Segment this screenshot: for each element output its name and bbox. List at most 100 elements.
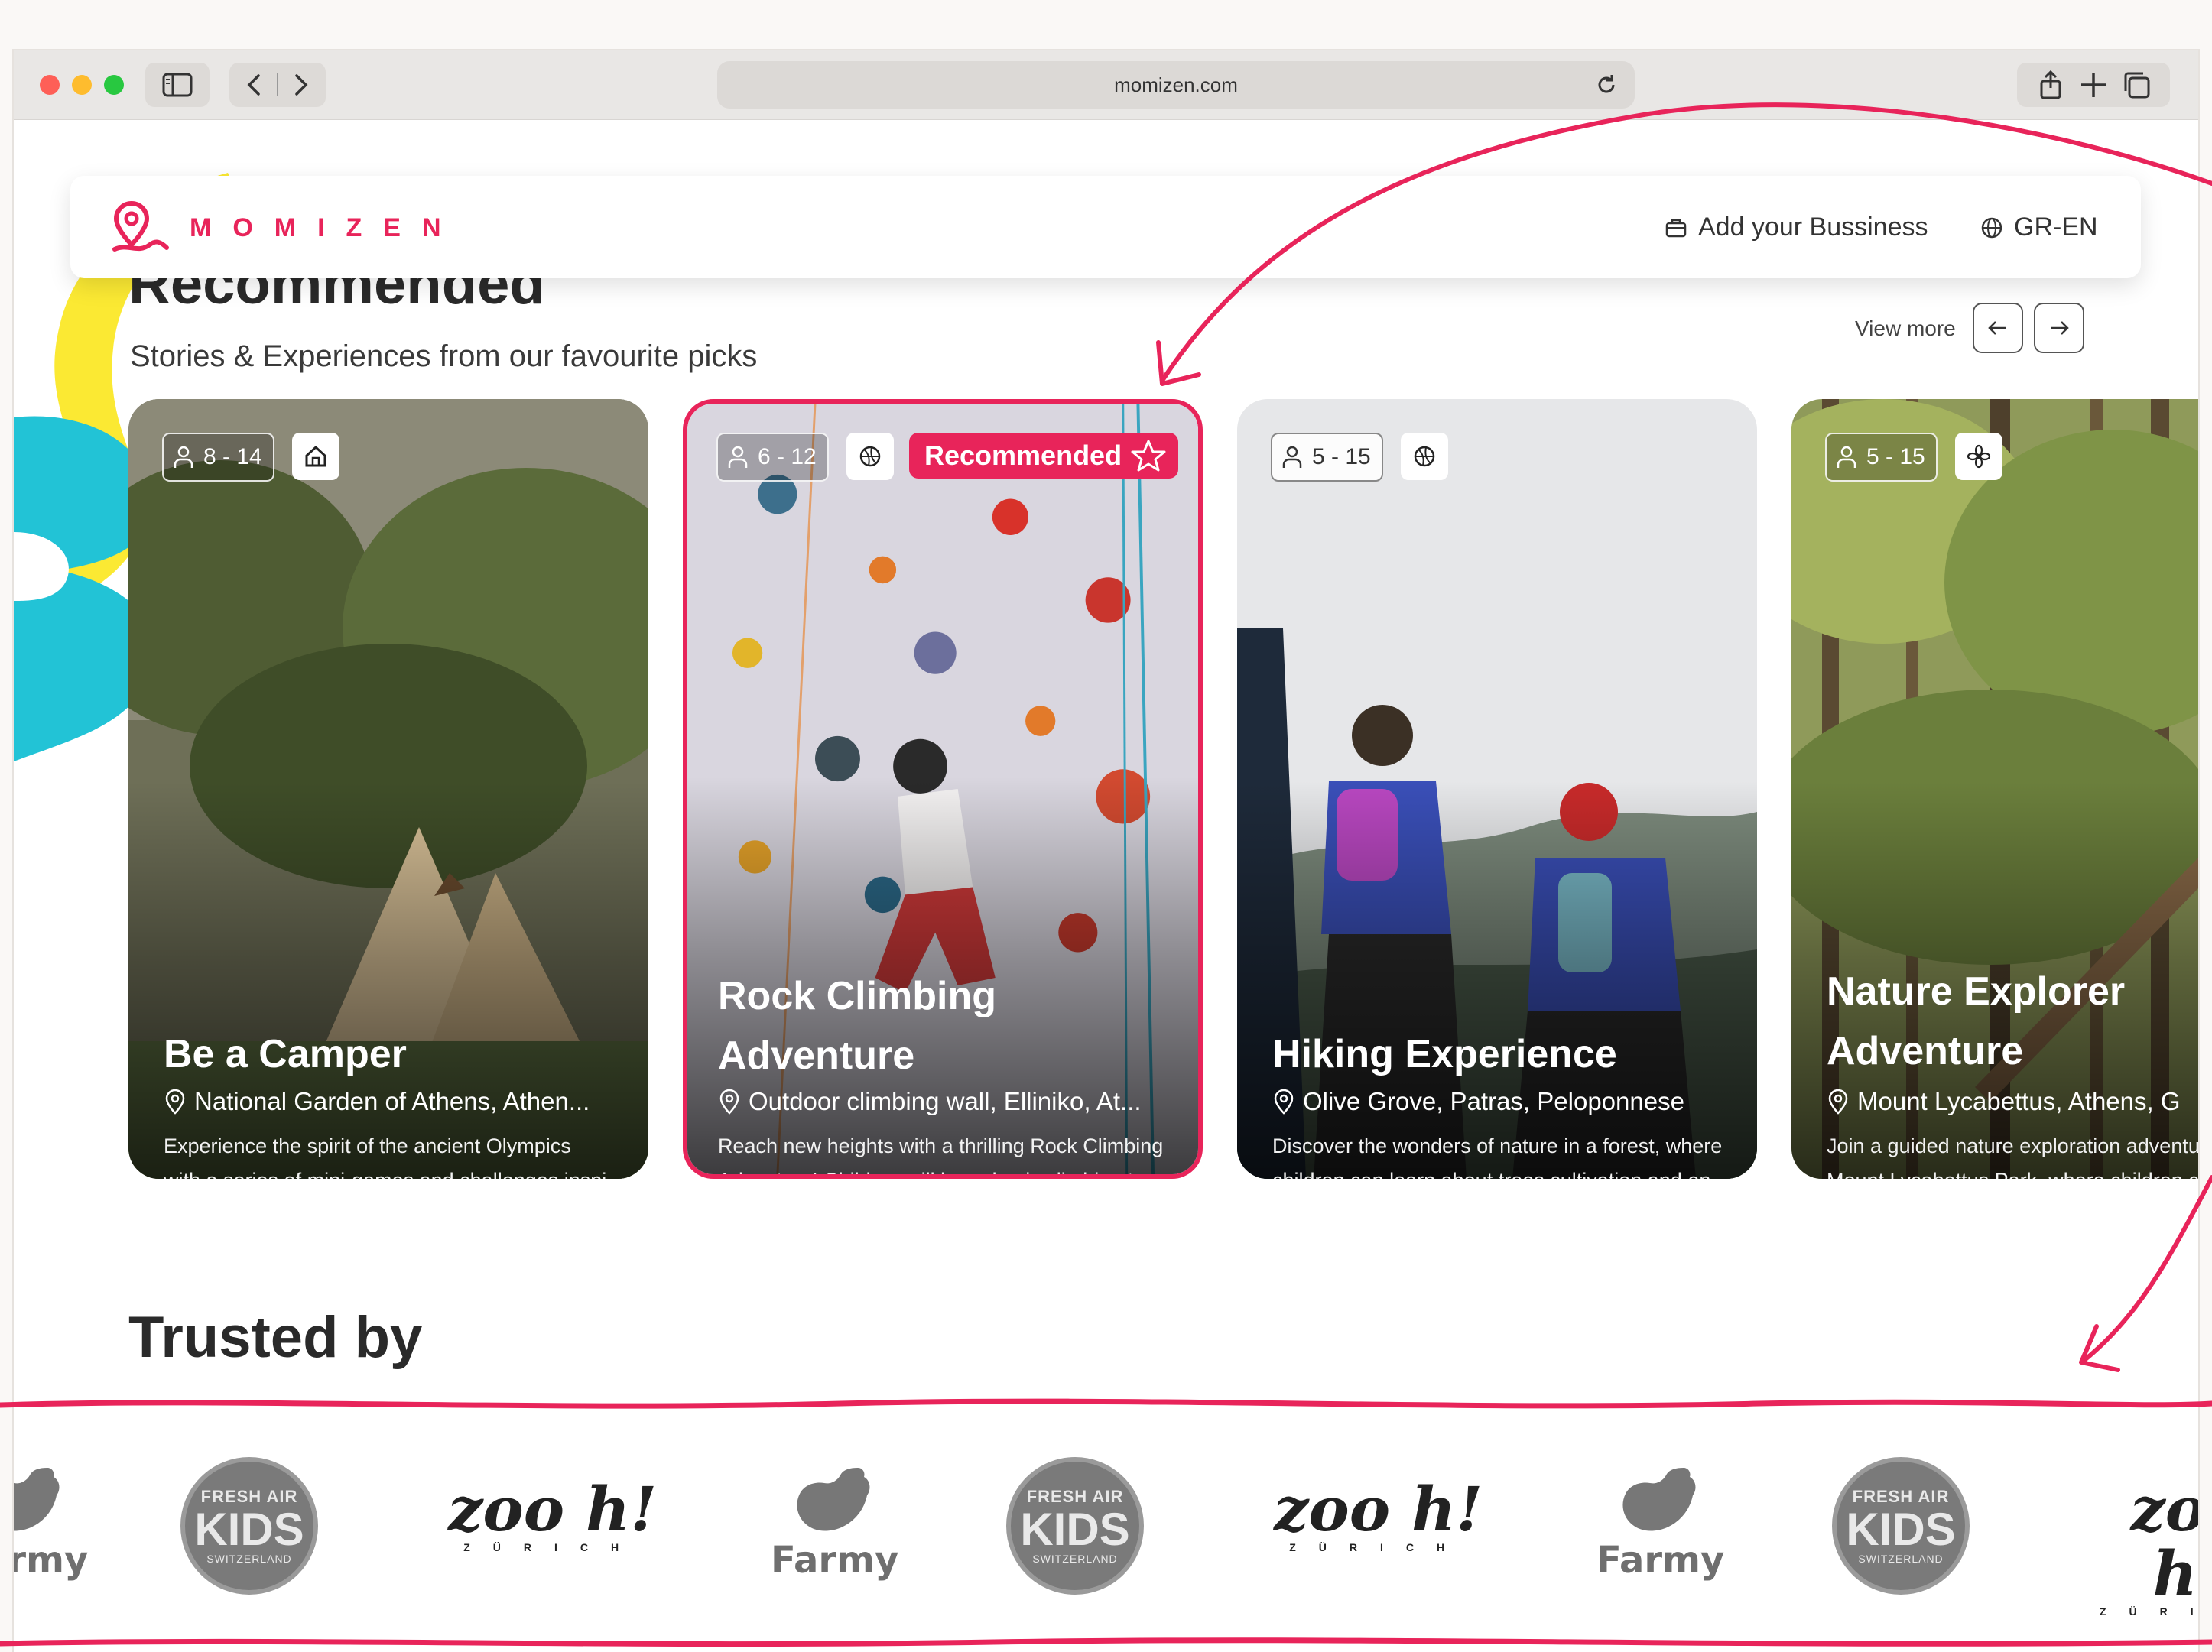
partner-zooh-logo[interactable]: zoo h! ZÜRICH (448, 1477, 657, 1553)
hen-icon (14, 1468, 60, 1531)
brand-logo[interactable]: MOMIZEN (110, 199, 463, 257)
location-pin-icon (1828, 1089, 1848, 1115)
zooh-wordmark: zoo h! (2130, 1473, 2198, 1609)
card-title: Nature Explorer Adventure (1827, 962, 2125, 1081)
card-location: Outdoor climbing wall, Elliniko, At... (718, 1087, 1142, 1116)
sidebar-toggle-button[interactable] (145, 63, 210, 107)
category-badge (1401, 433, 1448, 480)
globe-icon (1981, 217, 2002, 238)
close-window-button[interactable] (40, 75, 60, 95)
language-switch[interactable]: GR-EN (1980, 213, 2098, 242)
card-location: Olive Grove, Patras, Peloponnese (1272, 1087, 1684, 1116)
card-location: Mount Lycabettus, Athens, G (1827, 1087, 2181, 1116)
partner-fresh-air-kids-logo[interactable]: FRESH AIR KIDS SWITZERLAND (180, 1457, 318, 1595)
reload-icon[interactable] (1593, 72, 1619, 98)
card-location: National Garden of Athens, Athen... (164, 1087, 590, 1116)
add-business-label: Add your Bussiness (1698, 213, 1928, 242)
card-description-line: Mount Lycabettus Park, where children c (1827, 1164, 2198, 1179)
url-text: momizen.com (1114, 73, 1238, 96)
flower-icon (1967, 444, 1991, 469)
browser-toolbar: momizen.com (14, 50, 2198, 120)
partner-zooh-logo[interactable]: zoo h! ZÜRICH (2100, 1477, 2198, 1618)
card-gradient (128, 781, 648, 1179)
location-pin-icon (719, 1089, 739, 1115)
partner-farmy-logo[interactable]: Farmy (14, 1457, 88, 1582)
fresh-air-kids-badge: FRESH AIR KIDS SWITZERLAND (1832, 1457, 1970, 1595)
age-range-text: 8 - 14 (203, 444, 262, 469)
carousel-next-button[interactable] (2034, 303, 2084, 353)
partner-zooh-logo[interactable]: zoo h! ZÜRICH (1274, 1477, 1483, 1553)
site-header: MOMIZEN Add your Bussiness GR-EN (70, 176, 2141, 278)
card-title: Be a Camper (164, 1032, 407, 1076)
language-label: GR-EN (2014, 213, 2098, 242)
card-gradient (1237, 781, 1757, 1179)
partner-fresh-air-kids-logo[interactable]: FRESH AIR KIDS SWITZERLAND (1832, 1457, 1970, 1595)
minimize-window-button[interactable] (72, 75, 92, 95)
card-location-text: Mount Lycabettus, Athens, G (1857, 1087, 2181, 1115)
card-description-line: Join a guided nature exploration adventu… (1827, 1134, 2198, 1157)
maximize-window-button[interactable] (104, 75, 124, 95)
category-badge (846, 433, 894, 480)
forward-icon[interactable] (286, 71, 313, 99)
tabs-overview-icon[interactable] (2121, 70, 2152, 100)
card-description-line: Adventure! Children will learn basic cli… (718, 1164, 1192, 1174)
card-description: Experience the spirit of the ancient Oly… (164, 1129, 638, 1179)
location-pin-icon (1274, 1089, 1294, 1115)
carousel-prev-button[interactable] (1973, 303, 2023, 353)
card-description-line: with a series of mini-games and challeng… (164, 1164, 638, 1179)
browser-window: momizen.com MOMIZEN Add your Bussiness G… (14, 50, 2198, 1652)
location-pin-icon (165, 1089, 185, 1115)
partner-logo-strip: Farmy FRESH AIR KIDS SWITZERLAND zoo h! … (14, 1404, 2198, 1652)
ball-icon (1414, 446, 1435, 467)
child-icon (728, 446, 748, 468)
card-title: Hiking Experience (1272, 1032, 1617, 1076)
age-range-badge: 8 - 14 (162, 433, 274, 482)
card-description-line: Discover the wonders of nature in a fore… (1272, 1134, 1723, 1157)
add-business-link[interactable]: Add your Bussiness (1665, 213, 1928, 242)
view-more-link[interactable]: View more (1855, 316, 1956, 341)
child-icon (174, 446, 193, 468)
history-nav (229, 63, 326, 107)
experience-card[interactable]: 8 - 14 Be a Camper National Garden of At… (128, 399, 648, 1179)
brand-name: MOMIZEN (190, 213, 463, 242)
fresh-air-kids-badge: FRESH AIR KIDS SWITZERLAND (180, 1457, 318, 1595)
card-description-line: Reach new heights with a thrilling Rock … (718, 1134, 1164, 1157)
card-location-text: National Garden of Athens, Athen... (194, 1087, 590, 1115)
zooh-wordmark: zoo h! (448, 1473, 658, 1545)
card-description: Join a guided nature exploration adventu… (1827, 1129, 2198, 1179)
card-description: Discover the wonders of nature in a fore… (1272, 1129, 1746, 1179)
experience-card[interactable]: 5 - 15 Hiking Experience Olive Grove, Pa… (1237, 399, 1757, 1179)
fresh-air-line2: KIDS (1846, 1504, 1956, 1555)
zooh-subtitle: ZÜRICH (463, 1541, 642, 1553)
card-location-text: Outdoor climbing wall, Elliniko, At... (749, 1087, 1142, 1115)
zooh-wordmark: zoo h! (1274, 1473, 1483, 1545)
back-icon[interactable] (242, 71, 269, 99)
child-icon (1837, 446, 1856, 468)
address-bar[interactable]: momizen.com (717, 61, 1635, 109)
partner-fresh-air-kids-logo[interactable]: FRESH AIR KIDS SWITZERLAND (1006, 1457, 1144, 1595)
sidebar-icon (162, 73, 193, 97)
fresh-air-line3: SWITZERLAND (1858, 1553, 1944, 1565)
location-pin-logo-icon (112, 200, 169, 252)
experience-card[interactable]: 5 - 15 Nature Explorer Adventure Mount L… (1791, 399, 2198, 1179)
experience-card-recommended[interactable]: 6 - 12 Recommended Rock Climbing Adventu… (683, 399, 1203, 1179)
age-range-text: 5 - 15 (1312, 444, 1371, 469)
age-range-badge: 5 - 15 (1271, 433, 1383, 482)
new-tab-icon[interactable] (2078, 70, 2109, 100)
partner-farmy-logo[interactable]: Farmy (771, 1457, 898, 1582)
farmy-wordmark: Farmy (1596, 1539, 1725, 1582)
age-range-badge: 6 - 12 (716, 433, 829, 482)
partner-farmy-logo[interactable]: Farmy (1596, 1457, 1724, 1582)
share-icon[interactable] (2035, 70, 2066, 100)
arrow-right-icon (2051, 321, 2069, 335)
zooh-subtitle: ZÜRICH (1289, 1541, 1468, 1553)
card-location-text: Olive Grove, Patras, Peloponnese (1303, 1087, 1684, 1115)
star-icon (1131, 440, 1166, 472)
hen-icon (1622, 1468, 1696, 1531)
ball-icon (859, 446, 881, 467)
recommended-badge-text: Recommended (924, 440, 1122, 471)
zooh-subtitle: ZÜRICH (2100, 1605, 2198, 1618)
card-title-line: Adventure (1827, 1029, 2024, 1073)
age-range-badge: 5 - 15 (1825, 433, 1938, 482)
fresh-air-line3: SWITZERLAND (1032, 1553, 1118, 1565)
